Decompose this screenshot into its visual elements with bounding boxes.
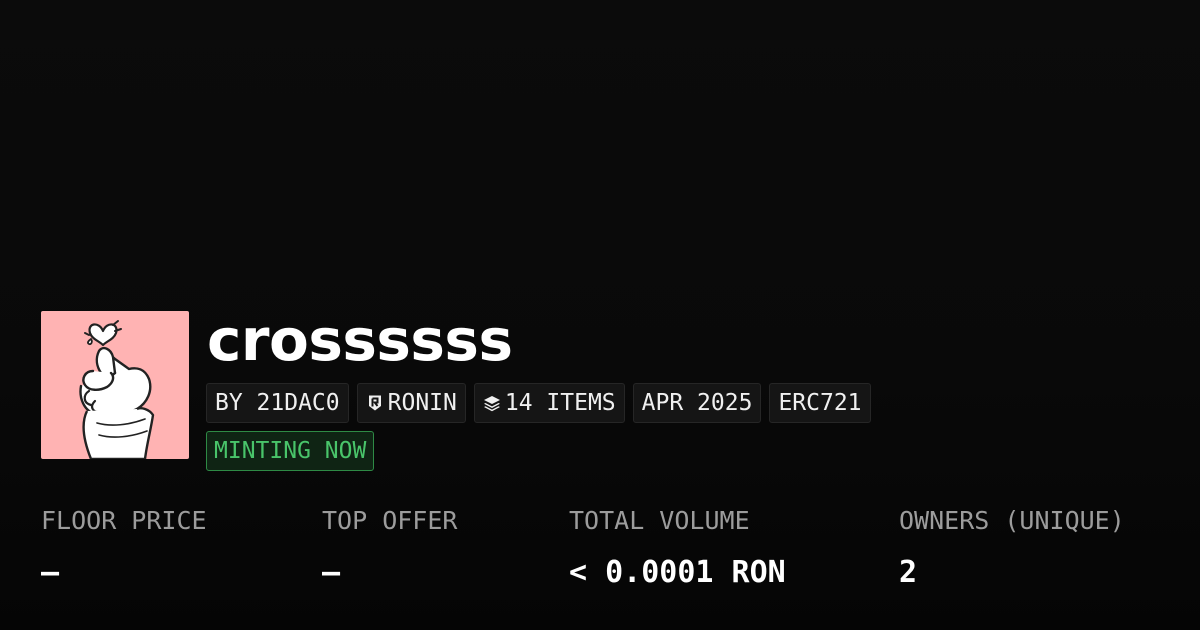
floor-price-stat: FLOOR PRICE – [41, 503, 207, 593]
owners-value: 2 [899, 555, 918, 590]
floor-price-label: FLOOR PRICE [41, 506, 207, 535]
top-offer-label: TOP OFFER [322, 506, 458, 535]
top-offer-value: – [322, 555, 341, 590]
minting-status-badge: MINTING NOW [206, 431, 375, 471]
total-volume-stat: TOTAL VOLUME < 0.0001 RON [569, 503, 786, 593]
collection-avatar [41, 311, 189, 459]
top-offer-stat: TOP OFFER – [322, 503, 457, 593]
owners-label: OWNERS (UNIQUE) [899, 506, 1125, 535]
minting-status-label: MINTING NOW [214, 438, 367, 464]
items-tag[interactable]: 14 ITEMS [473, 383, 625, 423]
standard-tag: ERC721 [769, 383, 871, 423]
owners-stat: OWNERS (UNIQUE) 2 [899, 503, 1125, 593]
date-label: APR 2025 [641, 390, 753, 416]
creator-tag[interactable]: BY 21DAC0 [206, 383, 349, 423]
date-tag: APR 2025 [632, 383, 762, 423]
ronin-icon [368, 395, 381, 411]
creator-label: BY 21DAC0 [215, 390, 340, 416]
chain-tag[interactable]: RONIN [356, 383, 466, 423]
chain-label: RONIN [387, 390, 457, 416]
floor-price-value: – [41, 555, 60, 590]
items-label: 14 ITEMS [504, 390, 616, 416]
collection-tags: BY 21DAC0 RONIN 14 ITEMS APR 2025 ERC721 [206, 383, 871, 423]
layers-icon [483, 396, 500, 412]
standard-label: ERC721 [778, 390, 862, 416]
total-volume-value: < 0.0001 RON [569, 555, 786, 590]
finger-heart-icon [79, 320, 155, 459]
total-volume-label: TOTAL VOLUME [569, 506, 750, 535]
collection-title: crossssss [207, 306, 513, 374]
